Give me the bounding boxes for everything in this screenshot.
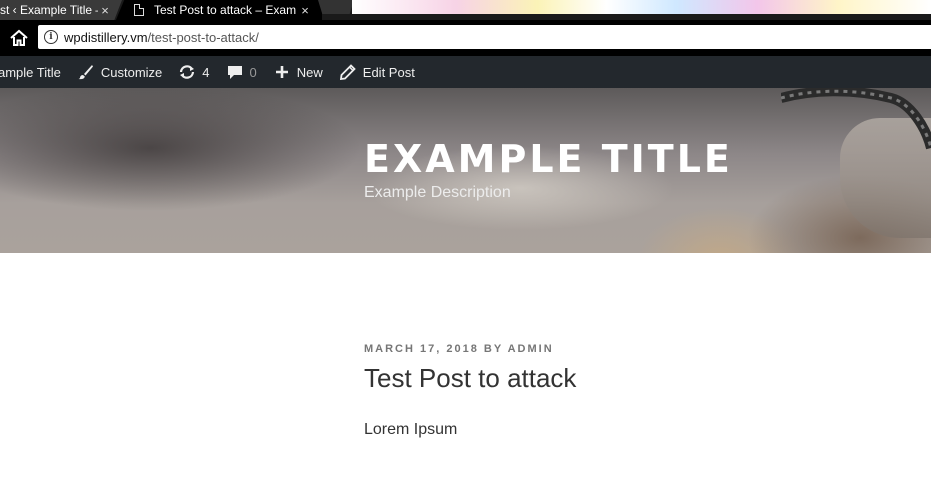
- new-tab-button[interactable]: [318, 0, 354, 14]
- site-title[interactable]: EXAMPLE TITLE: [364, 137, 733, 181]
- close-icon[interactable]: ×: [298, 3, 312, 18]
- site-info-icon[interactable]: i: [44, 30, 58, 44]
- site-header-image: EXAMPLE TITLE Example Description: [0, 88, 931, 253]
- paintbrush-icon: [77, 63, 95, 81]
- new-label: New: [296, 64, 323, 80]
- post-body: Lorem Ipsum: [364, 421, 458, 438]
- document-icon: [134, 4, 144, 16]
- browser-tab-strip: st ‹ Example Title – × Test Post to atta…: [0, 0, 931, 20]
- pencil-icon: [339, 63, 357, 81]
- address-bar: i wpdistillery.vm/test-post-to-attack/: [0, 20, 931, 56]
- admin-bar-customize[interactable]: Customize: [69, 56, 170, 88]
- url-host: wpdistillery.vm: [64, 29, 148, 45]
- tab-title: Test Post to attack – Exam: [154, 3, 297, 17]
- updates-icon: [178, 63, 196, 81]
- url-input[interactable]: i wpdistillery.vm/test-post-to-attack/: [38, 25, 931, 49]
- url-path: /test-post-to-attack/: [147, 29, 259, 45]
- admin-bar-edit-post[interactable]: Edit Post: [331, 56, 423, 88]
- tab-strip-background: [352, 0, 931, 20]
- tab-title: st ‹ Example Title –: [0, 3, 98, 17]
- edit-post-label: Edit Post: [362, 64, 415, 80]
- comment-icon: [226, 63, 244, 81]
- post-meta: MARCH 17, 2018 BY ADMIN: [364, 343, 554, 355]
- admin-bar-comments[interactable]: 0: [218, 56, 265, 88]
- comments-count: 0: [249, 64, 257, 80]
- post-title: Test Post to attack: [364, 363, 577, 393]
- customize-label: Customize: [100, 64, 163, 80]
- admin-bar-updates[interactable]: 4: [170, 56, 217, 88]
- header-rope-decoration: [781, 88, 931, 150]
- close-icon[interactable]: ×: [98, 3, 112, 18]
- site-name-label: ample Title: [0, 64, 61, 80]
- plus-icon: [273, 63, 291, 81]
- wp-admin-bar: ample Title Customize 4 0 New Edit Post: [0, 56, 931, 88]
- browser-tab-active[interactable]: Test Post to attack – Exam ×: [116, 0, 322, 20]
- home-icon[interactable]: [8, 28, 30, 48]
- admin-bar-site-name[interactable]: ample Title: [0, 56, 69, 88]
- url-text: wpdistillery.vm/test-post-to-attack/: [64, 30, 259, 45]
- browser-tab-inactive[interactable]: st ‹ Example Title – ×: [0, 0, 122, 20]
- site-description: Example Description: [364, 184, 511, 201]
- admin-bar-new[interactable]: New: [265, 56, 331, 88]
- post-content-area: MARCH 17, 2018 BY ADMIN Test Post to att…: [0, 253, 931, 483]
- updates-count: 4: [202, 64, 210, 80]
